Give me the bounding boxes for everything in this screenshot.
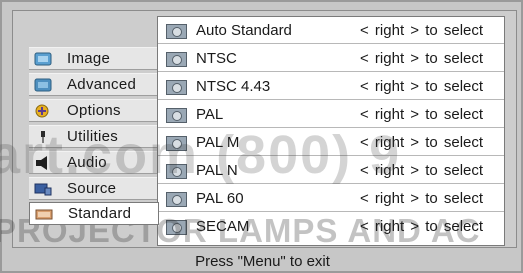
select-hint: < right > to select	[360, 50, 484, 67]
option-row-auto-standard[interactable]: Auto Standard < right > to select	[158, 17, 504, 44]
exit-hint: Press "Menu" to exit	[195, 253, 330, 270]
advanced-icon	[34, 78, 52, 92]
select-hint: < right > to select	[360, 78, 484, 95]
menu-item-options[interactable]: Options	[29, 99, 157, 122]
camera-icon	[166, 192, 187, 207]
select-hint: < right > to select	[360, 190, 484, 207]
option-row-ntsc-4-43[interactable]: NTSC 4.43 < right > to select	[158, 73, 504, 100]
menu-item-standard[interactable]: Standard	[29, 202, 159, 225]
menu-item-advanced[interactable]: Advanced	[29, 73, 157, 96]
options-icon	[35, 104, 49, 118]
camera-icon	[166, 108, 187, 123]
menu-item-image[interactable]: Image	[29, 47, 157, 70]
standard-icon	[35, 209, 53, 220]
image-icon	[34, 52, 52, 66]
camera-icon	[166, 80, 187, 95]
camera-icon	[166, 24, 187, 39]
camera-icon	[166, 52, 187, 67]
watermark-phone: art.com (800) 9	[0, 125, 402, 185]
select-hint: < right > to select	[360, 22, 484, 39]
select-hint: < right > to select	[360, 106, 484, 123]
option-row-pal-60[interactable]: PAL 60 < right > to select	[158, 185, 504, 212]
option-row-ntsc[interactable]: NTSC < right > to select	[158, 45, 504, 72]
